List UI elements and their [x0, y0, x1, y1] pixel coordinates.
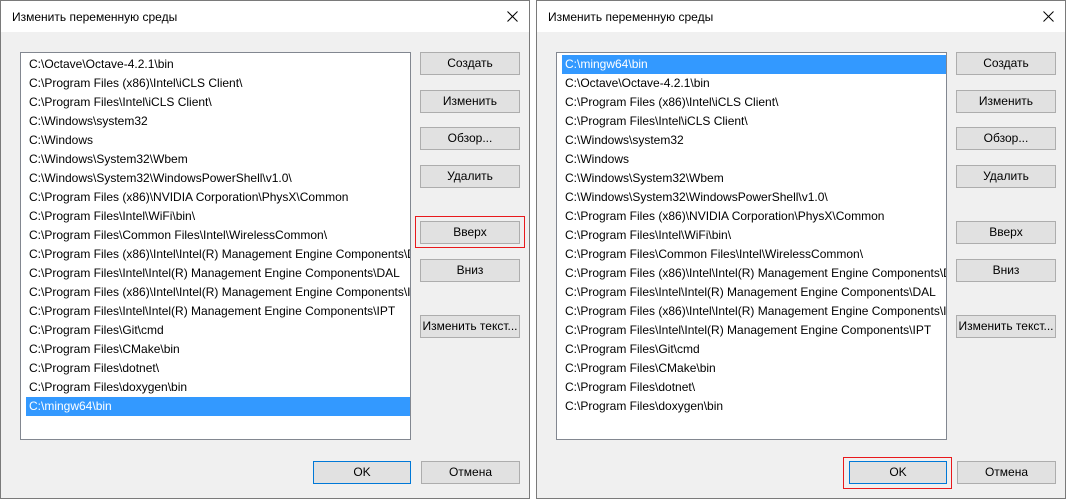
list-item[interactable]: C:\Program Files\Intel\iCLS Client\	[26, 93, 410, 112]
move-up-button[interactable]: Вверх	[420, 221, 520, 244]
close-button[interactable]	[495, 1, 529, 32]
close-icon	[507, 11, 518, 22]
list-item[interactable]: C:\Program Files\CMake\bin	[26, 340, 410, 359]
list-item[interactable]: C:\Program Files (x86)\Intel\Intel(R) Ma…	[26, 245, 410, 264]
edit-button[interactable]: Изменить	[956, 90, 1056, 113]
list-item[interactable]: C:\Windows	[562, 150, 946, 169]
list-item[interactable]: C:\Program Files\Common Files\Intel\Wire…	[26, 226, 410, 245]
list-item[interactable]: C:\Program Files (x86)\Intel\iCLS Client…	[26, 74, 410, 93]
window-title: Изменить переменную среды	[12, 10, 178, 24]
list-item[interactable]: C:\Program Files\dotnet\	[26, 359, 410, 378]
list-item[interactable]: C:\Program Files\Intel\WiFi\bin\	[26, 207, 410, 226]
create-button[interactable]: Создать	[956, 52, 1056, 75]
list-item[interactable]: C:\Program Files (x86)\Intel\Intel(R) Ma…	[562, 264, 946, 283]
list-item[interactable]: C:\mingw64\bin	[562, 55, 946, 74]
ok-button[interactable]: OK	[849, 461, 947, 484]
list-item[interactable]: C:\Program Files\Git\cmd	[26, 321, 410, 340]
list-item[interactable]: C:\Program Files\Intel\Intel(R) Manageme…	[562, 321, 946, 340]
list-item[interactable]: C:\Program Files\Git\cmd	[562, 340, 946, 359]
move-up-button[interactable]: Вверх	[956, 221, 1056, 244]
list-item[interactable]: C:\Windows\System32\WindowsPowerShell\v1…	[26, 169, 410, 188]
list-item[interactable]: C:\Program Files\dotnet\	[562, 378, 946, 397]
move-down-button[interactable]: Вниз	[956, 259, 1056, 282]
cancel-button[interactable]: Отмена	[957, 461, 1056, 484]
list-item[interactable]: C:\Program Files (x86)\NVIDIA Corporatio…	[562, 207, 946, 226]
delete-button[interactable]: Удалить	[956, 165, 1056, 188]
close-icon	[1043, 11, 1054, 22]
list-item[interactable]: C:\Program Files\Common Files\Intel\Wire…	[562, 245, 946, 264]
move-down-button[interactable]: Вниз	[420, 259, 520, 282]
list-item[interactable]: C:\Program Files\CMake\bin	[562, 359, 946, 378]
list-item[interactable]: C:\Program Files\Intel\iCLS Client\	[562, 112, 946, 131]
list-item[interactable]: C:\Octave\Octave-4.2.1\bin	[562, 74, 946, 93]
path-list[interactable]: C:\Octave\Octave-4.2.1\bin C:\Program Fil…	[20, 52, 411, 440]
list-item[interactable]: C:\Program Files (x86)\Intel\Intel(R) Ma…	[26, 283, 410, 302]
list-item[interactable]: C:\Program Files\Intel\Intel(R) Manageme…	[26, 302, 410, 321]
edit-env-var-dialog-right: Изменить переменную среды C:\mingw64\bin…	[536, 0, 1066, 499]
edit-button[interactable]: Изменить	[420, 90, 520, 113]
list-item[interactable]: C:\Program Files\Intel\Intel(R) Manageme…	[26, 264, 410, 283]
list-item[interactable]: C:\Windows\system32	[26, 112, 410, 131]
edit-text-button[interactable]: Изменить текст...	[956, 315, 1056, 338]
list-item[interactable]: C:\Program Files\doxygen\bin	[26, 378, 410, 397]
browse-button[interactable]: Обзор...	[420, 127, 520, 150]
edit-env-var-dialog-left: Изменить переменную среды C:\Octave\Octa…	[0, 0, 530, 499]
delete-button[interactable]: Удалить	[420, 165, 520, 188]
list-item[interactable]: C:\Octave\Octave-4.2.1\bin	[26, 55, 410, 74]
list-item[interactable]: C:\Program Files\doxygen\bin	[562, 397, 946, 416]
ok-button[interactable]: OK	[313, 461, 411, 484]
list-item[interactable]: C:\Program Files (x86)\Intel\iCLS Client…	[562, 93, 946, 112]
browse-button[interactable]: Обзор...	[956, 127, 1056, 150]
list-item[interactable]: C:\Windows\System32\Wbem	[26, 150, 410, 169]
list-item[interactable]: C:\Program Files (x86)\NVIDIA Corporatio…	[26, 188, 410, 207]
list-item[interactable]: C:\mingw64\bin	[26, 397, 410, 416]
edit-text-button[interactable]: Изменить текст...	[420, 315, 520, 338]
list-item[interactable]: C:\Windows\system32	[562, 131, 946, 150]
create-button[interactable]: Создать	[420, 52, 520, 75]
list-item[interactable]: C:\Windows\System32\WindowsPowerShell\v1…	[562, 188, 946, 207]
list-item[interactable]: C:\Program Files (x86)\Intel\Intel(R) Ma…	[562, 302, 946, 321]
list-item[interactable]: C:\Windows\System32\Wbem	[562, 169, 946, 188]
list-item[interactable]: C:\Program Files\Intel\WiFi\bin\	[562, 226, 946, 245]
window-title: Изменить переменную среды	[548, 10, 714, 24]
list-item[interactable]: C:\Program Files\Intel\Intel(R) Manageme…	[562, 283, 946, 302]
title-bar: Изменить переменную среды	[1, 1, 529, 32]
path-list[interactable]: C:\mingw64\bin C:\Octave\Octave-4.2.1\bin…	[556, 52, 947, 440]
cancel-button[interactable]: Отмена	[421, 461, 520, 484]
close-button[interactable]	[1031, 1, 1065, 32]
title-bar: Изменить переменную среды	[537, 1, 1065, 32]
list-item[interactable]: C:\Windows	[26, 131, 410, 150]
